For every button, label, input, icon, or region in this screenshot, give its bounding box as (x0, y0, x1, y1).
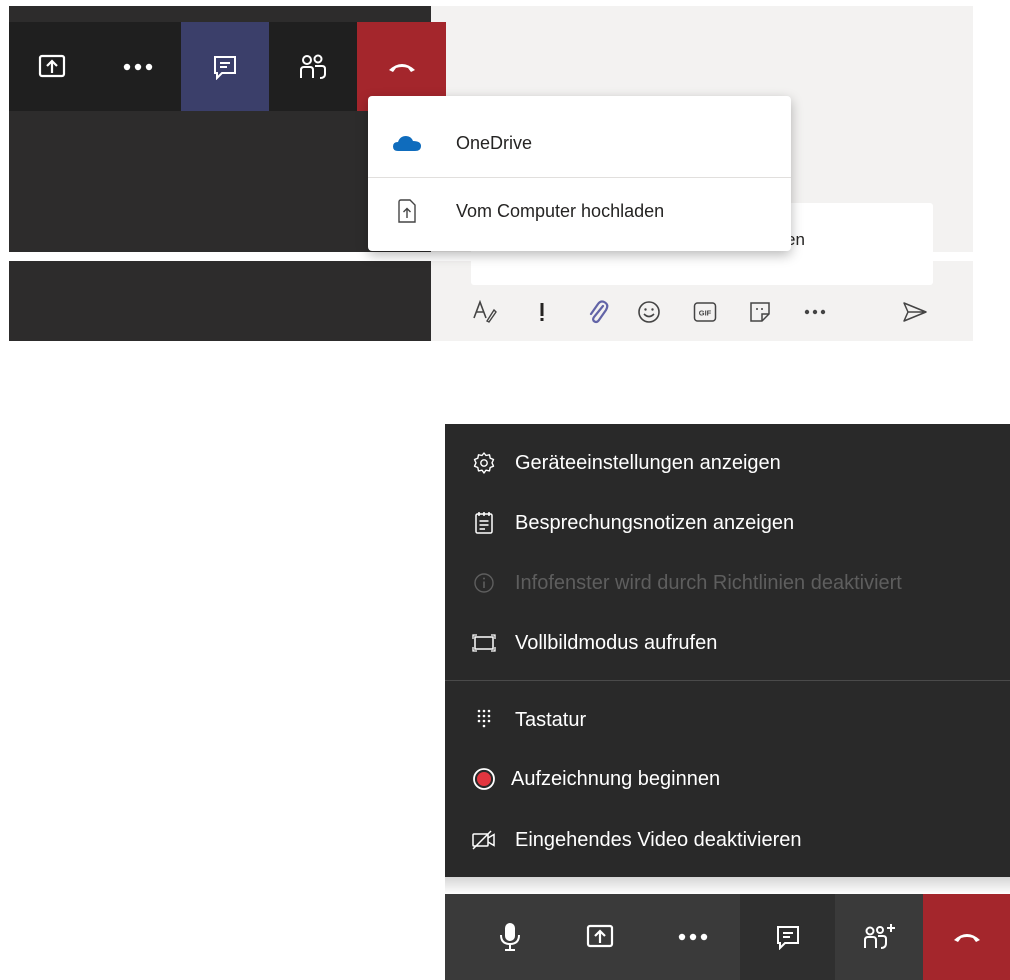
sticker-button[interactable] (745, 296, 775, 328)
menu-item-label: Infofenster wird durch Richtlinien deakt… (515, 571, 902, 594)
menu-item-label: Vom Computer hochladen (456, 200, 665, 221)
share-screen-icon (38, 54, 66, 80)
upload-file-icon (392, 196, 422, 226)
menu-item-label: Vollbildmodus aufrufen (515, 631, 718, 654)
participants-button[interactable] (835, 894, 923, 980)
microphone-button[interactable] (465, 894, 555, 980)
menu-item-label: Aufzeichnung beginnen (511, 767, 721, 790)
chat-icon (775, 924, 801, 950)
more-actions-button[interactable] (645, 894, 740, 980)
menu-item-keypad[interactable]: Tastatur (445, 695, 1010, 745)
meeting-stage-area-lower (9, 261, 431, 341)
onedrive-cloud-icon (392, 128, 422, 158)
menu-item-disable-incoming-video[interactable]: Eingehendes Video deaktivieren (445, 815, 1010, 865)
fullscreen-icon (471, 630, 497, 656)
menu-divider (445, 680, 1010, 681)
share-screen-button[interactable] (555, 894, 645, 980)
attach-menu: OneDrive Vom Computer hochladen (368, 96, 791, 251)
share-screen-button[interactable] (9, 22, 95, 111)
menu-item-label: Eingehendes Video deaktivieren (515, 828, 802, 851)
menu-item-label: Geräteeinstellungen anzeigen (515, 451, 781, 474)
meeting-toolbar-bottom (445, 894, 1010, 980)
menu-item-start-recording[interactable]: Aufzeichnung beginnen (445, 754, 1010, 804)
chat-button[interactable] (740, 894, 835, 980)
mark-important-button[interactable] (530, 296, 554, 328)
more-actions-button[interactable] (95, 22, 181, 111)
participants-button[interactable] (269, 22, 357, 111)
sticker-icon (748, 300, 772, 324)
menu-item-label: OneDrive (456, 132, 533, 153)
menu-item-meeting-notes[interactable]: Besprechungsnotizen anzeigen (445, 498, 1010, 548)
more-options-button[interactable] (800, 296, 830, 328)
emoji-button[interactable] (634, 296, 664, 328)
gif-button[interactable]: GIF (690, 296, 720, 328)
gif-icon: GIF (693, 301, 717, 323)
leave-call-button[interactable] (923, 894, 1010, 980)
format-text-icon (472, 300, 498, 324)
menu-item-label: Tastatur (515, 708, 587, 731)
send-icon (902, 301, 928, 323)
add-people-icon (862, 923, 896, 951)
microphone-icon (499, 922, 521, 952)
menu-item-label: Besprechungsnotizen anzeigen (515, 511, 795, 534)
smiley-icon (637, 300, 661, 324)
gear-icon (471, 450, 497, 476)
compose-toolbar: GIF (470, 296, 940, 330)
exclamation-icon (538, 301, 546, 323)
svg-text:GIF: GIF (699, 309, 712, 318)
keypad-icon (471, 707, 497, 733)
ellipsis-icon (804, 309, 826, 315)
video-off-icon (471, 827, 497, 853)
menu-item-fullscreen[interactable]: Vollbildmodus aufrufen (445, 618, 1010, 668)
menu-shadow (445, 877, 1010, 894)
chat-icon (212, 54, 238, 80)
share-screen-icon (586, 924, 614, 950)
menu-item-device-settings[interactable]: Geräteeinstellungen anzeigen (445, 438, 1010, 488)
more-actions-menu: Geräteeinstellungen anzeigen Besprechung… (445, 424, 1010, 877)
format-button[interactable] (470, 296, 500, 328)
ellipsis-icon (123, 63, 153, 71)
ellipsis-icon (678, 933, 708, 941)
menu-item-upload-from-computer[interactable]: Vom Computer hochladen (368, 178, 791, 244)
info-icon (471, 570, 497, 596)
menu-item-info-pane-disabled: Infofenster wird durch Richtlinien deakt… (445, 558, 1010, 608)
hang-up-icon (952, 930, 982, 944)
notes-icon (471, 510, 497, 536)
people-icon (298, 53, 328, 81)
chat-button[interactable] (181, 22, 269, 111)
menu-item-onedrive[interactable]: OneDrive (368, 110, 791, 176)
send-button[interactable] (900, 296, 930, 328)
hang-up-icon (387, 60, 417, 74)
record-icon (471, 766, 497, 792)
paperclip-icon (587, 299, 609, 325)
attach-button[interactable] (583, 296, 613, 328)
